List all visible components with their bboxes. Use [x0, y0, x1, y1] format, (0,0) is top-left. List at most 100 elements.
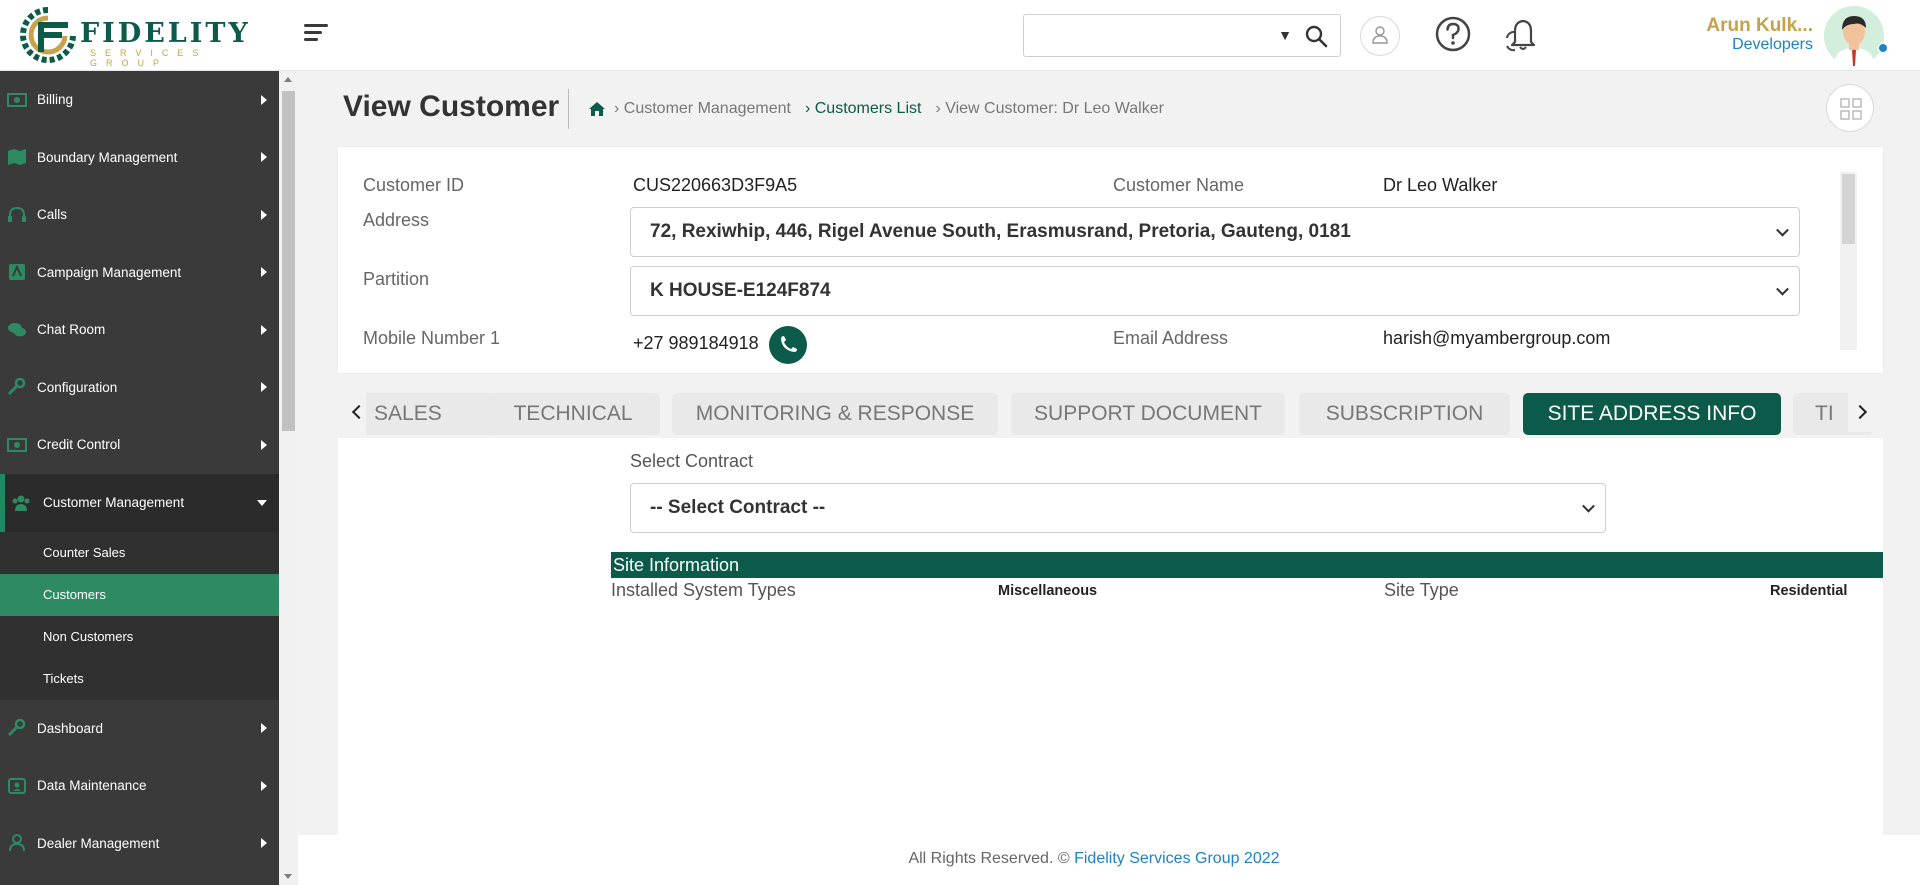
scroll-up-icon[interactable] — [284, 77, 292, 82]
card-scrollbar-thumb[interactable] — [1842, 174, 1855, 244]
sidebar-item-billing[interactable]: Billing — [0, 71, 279, 129]
sidebar-subitem-tickets[interactable]: Tickets — [0, 657, 279, 700]
chevron-down-icon — [1776, 282, 1789, 296]
global-search-input[interactable]: ▼ — [1023, 14, 1341, 57]
map-icon — [8, 149, 26, 166]
tab-sales[interactable]: SALES — [366, 393, 494, 435]
sidebar-item-label: Dashboard — [37, 720, 104, 736]
notification-bell-icon[interactable] — [1503, 14, 1543, 54]
sidebar-item-credit-control[interactable]: Credit Control — [0, 416, 279, 474]
site-type-value: Residential — [1770, 583, 1848, 599]
tab-technical[interactable]: TECHNICAL — [486, 393, 660, 435]
sidebar-item-boundary-management[interactable]: Boundary Management — [0, 129, 279, 187]
chevron-right-icon — [261, 94, 267, 105]
chevron-down-icon — [257, 499, 267, 506]
sidebar-item-label: Boundary Management — [37, 149, 178, 165]
grid-view-button[interactable] — [1826, 84, 1874, 132]
call-button[interactable] — [769, 326, 807, 364]
tab-support-document[interactable]: SUPPORT DOCUMENT — [1011, 393, 1285, 435]
user-role: Developers — [1732, 36, 1813, 53]
agent-icon — [1372, 26, 1388, 44]
footer: All Rights Reserved. © Fidelity Services… — [298, 835, 1920, 885]
site-address-panel: Select Contract -- Select Contract -- Si… — [338, 438, 1883, 835]
money-icon — [7, 92, 27, 107]
chevron-right-icon — [261, 780, 267, 791]
customer-details-card: Customer ID CUS220663D3F9A5 Customer Nam… — [338, 147, 1883, 373]
sidebar-item-configuration[interactable]: Configuration — [0, 359, 279, 417]
campaign-icon — [9, 264, 25, 281]
breadcrumb-customers-list[interactable]: › Customers List — [805, 100, 921, 118]
help-icon[interactable] — [1433, 14, 1473, 54]
search-dropdown-caret-icon[interactable]: ▼ — [1278, 27, 1292, 43]
home-icon[interactable] — [588, 101, 606, 117]
mobile-label: Mobile Number 1 — [363, 328, 501, 348]
chat-icon — [8, 322, 26, 337]
phone-icon — [781, 336, 797, 352]
user-name[interactable]: Arun Kulk... — [1706, 15, 1813, 37]
sidebar-item-chat-room[interactable]: Chat Room — [0, 301, 279, 359]
select-contract-label: Select Contract — [630, 451, 754, 471]
chevron-right-icon — [261, 439, 267, 450]
chevron-right-icon — [261, 209, 267, 220]
sidebar-scrollbar[interactable] — [279, 71, 298, 885]
card-scrollbar[interactable] — [1840, 172, 1857, 350]
wrench-icon — [7, 378, 26, 396]
online-status-dot — [1878, 43, 1888, 53]
address-select[interactable]: 72, Rexiwhip, 446, Rigel Avenue South, E… — [630, 207, 1800, 257]
email-value: harish@myambergroup.com — [1383, 328, 1611, 348]
search-icon[interactable] — [1304, 24, 1328, 48]
user-avatar-icon — [1824, 6, 1884, 66]
sidebar-item-calls[interactable]: Calls — [0, 186, 279, 244]
sidebar-item-customer-management[interactable]: Customer Management — [0, 473, 279, 532]
installed-system-types-value: Miscellaneous — [998, 583, 1098, 599]
chevron-right-icon — [261, 324, 267, 335]
sidebar-subitem-non-customers[interactable]: Non Customers — [0, 615, 279, 658]
customer-name-value: Dr Leo Walker — [1383, 175, 1498, 195]
sidebar-item-label: Customer Management — [43, 495, 185, 510]
scroll-down-icon[interactable] — [284, 874, 292, 879]
chevron-right-icon — [261, 382, 267, 393]
fidelity-logo[interactable]: FIDELITY SERVICES GROUP — [18, 6, 258, 68]
scrollbar-thumb[interactable] — [282, 91, 295, 431]
menu-toggle-icon[interactable] — [304, 24, 328, 44]
mobile-value: +27 989184918 — [633, 333, 759, 353]
contract-select[interactable]: -- Select Contract -- — [630, 483, 1606, 533]
sidebar-item-data-maintenance[interactable]: Data Maintenance — [0, 757, 279, 815]
sidebar-item-campaign-management[interactable]: Campaign Management — [0, 244, 279, 302]
customer-id-value: CUS220663D3F9A5 — [633, 175, 798, 195]
footer-text: All Rights Reserved. © — [908, 850, 1070, 867]
partition-select[interactable]: K HOUSE-E124F874 — [630, 266, 1800, 316]
sidebar-item-label: Dealer Management — [37, 835, 160, 851]
sidebar: Billing Boundary Management Calls Campai… — [0, 71, 279, 885]
breadcrumb: › Customer Management › Customers List ›… — [588, 100, 1164, 118]
headset-icon — [8, 206, 26, 222]
sidebar-item-dealer-management[interactable]: Dealer Management — [0, 815, 279, 873]
chevron-right-icon — [261, 267, 267, 278]
agent-status-button[interactable] — [1360, 16, 1400, 56]
money-icon — [7, 437, 27, 452]
contract-select-value: -- Select Contract -- — [650, 497, 826, 518]
site-information-header: Site Information — [611, 552, 1883, 578]
sidebar-item-dashboard[interactable]: Dashboard — [0, 700, 279, 758]
chevron-right-icon — [261, 723, 267, 734]
sidebar-subitem-counter-sales[interactable]: Counter Sales — [0, 531, 279, 574]
breadcrumb-customer-management: › Customer Management — [614, 100, 791, 117]
footer-brand-link[interactable]: Fidelity Services Group 2022 — [1074, 850, 1279, 867]
sidebar-subitem-customers[interactable]: Customers — [0, 573, 279, 616]
email-label: Email Address — [1113, 328, 1229, 348]
grid-icon — [1840, 98, 1862, 120]
partition-label: Partition — [363, 269, 430, 289]
avatar[interactable] — [1824, 6, 1884, 66]
tab-monitoring-response[interactable]: MONITORING & RESPONSE — [672, 393, 998, 435]
tab-site-address-info[interactable]: SITE ADDRESS INFO — [1523, 393, 1781, 435]
logo-subtitle: SERVICES GROUP — [90, 48, 208, 68]
users-icon — [12, 495, 30, 511]
chevron-right-icon — [261, 152, 267, 163]
title-divider — [568, 89, 569, 129]
tabs-next-button[interactable] — [1848, 392, 1876, 432]
installed-system-types-label: Installed System Types — [611, 580, 796, 600]
tab-subscription[interactable]: SUBSCRIPTION — [1299, 393, 1510, 435]
chevron-down-icon — [1776, 223, 1789, 237]
customer-name-label: Customer Name — [1113, 175, 1245, 195]
chevron-right-icon — [261, 838, 267, 849]
